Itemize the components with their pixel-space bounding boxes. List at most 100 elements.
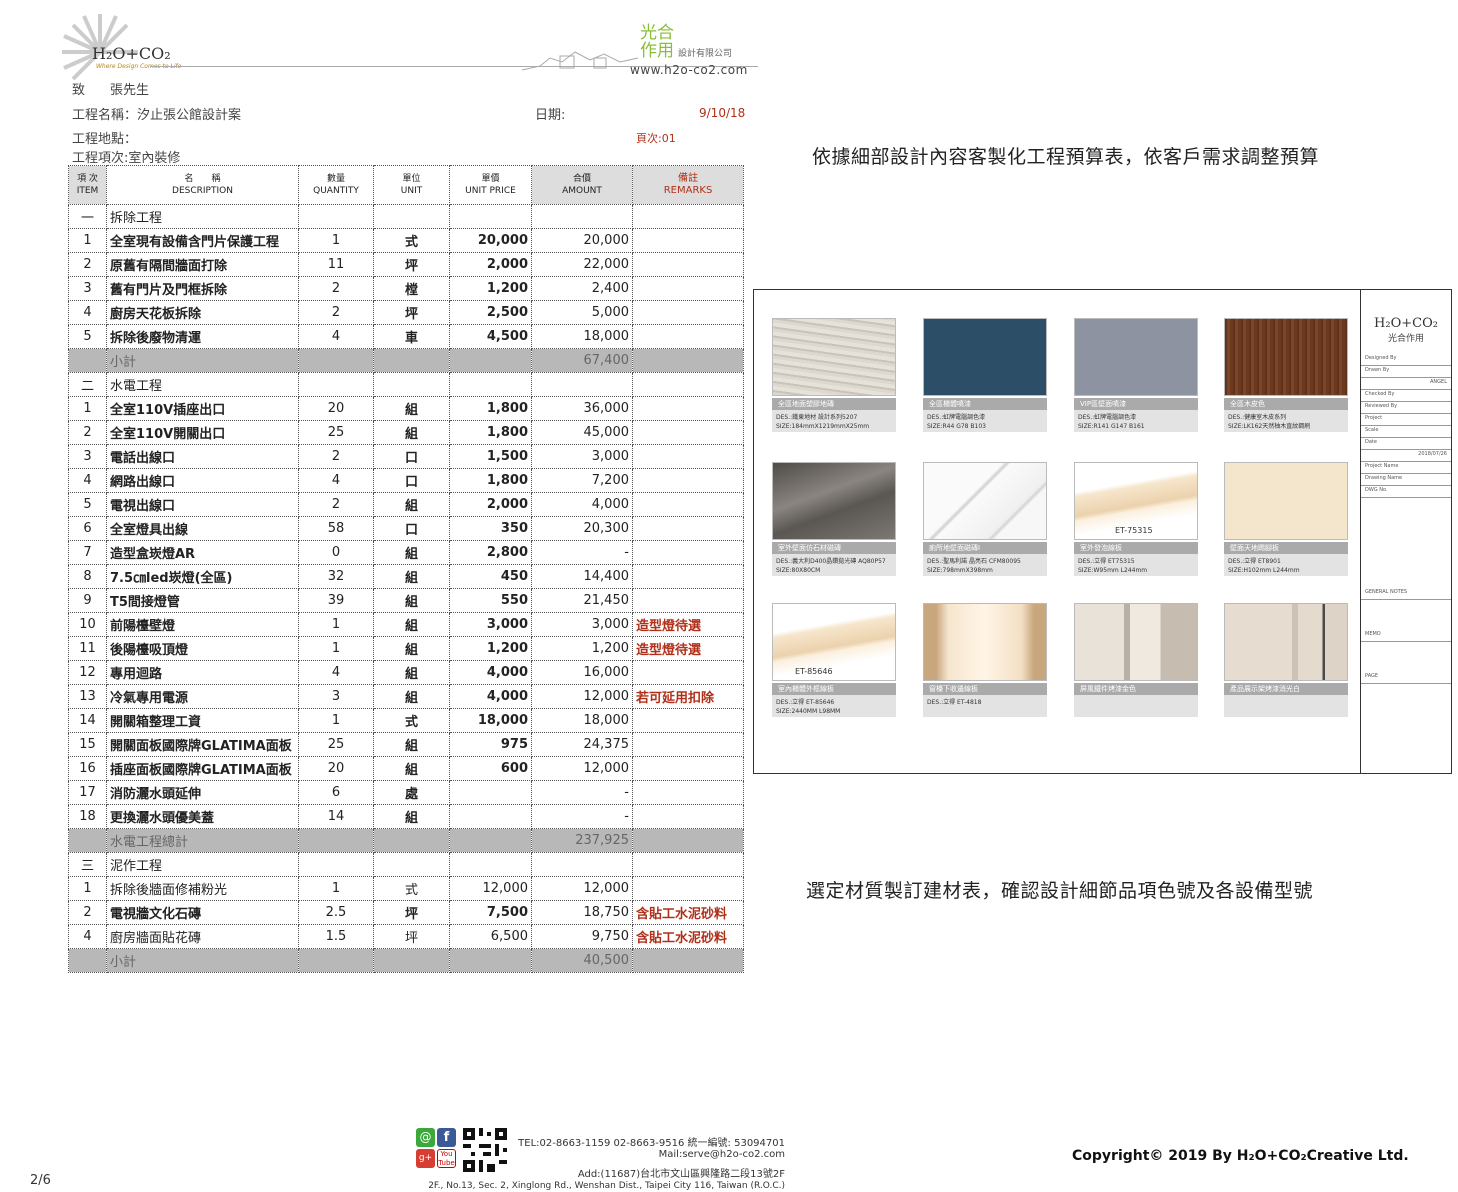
item-unit: 組 [373, 732, 450, 757]
title-block-sub: 光合作用 [1387, 334, 1424, 344]
googleplus-icon[interactable]: g+ [416, 1149, 435, 1168]
table-row: 3 舊有門片及門框拆除 2 樘 1,200 2,400 [68, 276, 744, 301]
item-number: 5 [68, 324, 107, 349]
item-description: 前陽檯壁燈 [106, 612, 299, 637]
item-remarks [632, 324, 744, 349]
material-swatch [1224, 462, 1348, 540]
item-unit: 組 [373, 804, 450, 829]
title-block-row: GENERAL NOTES [1361, 588, 1451, 600]
item-remarks [632, 516, 744, 541]
footer-mail: Mail:serve@h2o-co2.com [658, 1149, 785, 1160]
table-row: 16 插座面板國際牌GLATIMA面板 20 組 600 12,000 [68, 756, 744, 781]
item-quantity: 20 [298, 396, 374, 421]
material-swatch [1074, 318, 1198, 396]
item-description: 拆除工程 [106, 204, 299, 229]
material-swatch [772, 318, 896, 396]
table-row: 13 冷氣專用電源 3 組 4,000 12,000 若可延用扣除 [68, 684, 744, 709]
item-unit: 組 [373, 684, 450, 709]
item-unit-price: 1,800 [449, 468, 532, 493]
item-description: 冷氣專用電源 [106, 684, 299, 709]
item-amount: 5,000 [531, 300, 633, 325]
title-block-date: 2018/07/26 [1361, 450, 1451, 462]
item-remarks [632, 564, 744, 589]
social-icons: @ f g+ You Tube [416, 1128, 458, 1170]
item-amount: 21,450 [531, 588, 633, 613]
item-remarks [632, 876, 744, 901]
footer-address: Add:(11687)台北市文山區興隆路二段13號2F [577, 1169, 785, 1180]
item-number: 4 [68, 300, 107, 325]
title-block-row: Scale [1361, 426, 1451, 438]
facebook-icon[interactable]: f [437, 1128, 456, 1147]
table-row: 4 網路出線口 4 口 1,800 7,200 [68, 468, 744, 493]
item-quantity: 6 [298, 780, 374, 805]
material-swatch [923, 462, 1047, 540]
material-name: 室內櫃體外框線板 [772, 683, 896, 695]
material-spec-des: DES.:虹牌電腦調色漆 [927, 414, 986, 421]
youtube-icon[interactable]: You Tube [437, 1149, 456, 1168]
title-block-row: MEMO [1361, 630, 1451, 642]
table-row: 5 拆除後廢物清運 4 車 4,500 18,000 [68, 324, 744, 349]
item-unit-price: 1,500 [449, 444, 532, 469]
item-description: 小計 [106, 948, 299, 973]
item-amount: 18,000 [531, 708, 633, 733]
item-unit-price: 550 [449, 588, 532, 613]
item-amount: 20,300 [531, 516, 633, 541]
table-row: 17 消防灑水頭延伸 6 處 - [68, 780, 744, 805]
item-unit: 組 [373, 636, 450, 661]
table-row: 8 7.5㎝led崁燈(全區) 32 組 450 14,400 [68, 564, 744, 589]
item-number: 一 [68, 204, 107, 229]
item-unit-price [449, 852, 532, 877]
brand-name-line2: 作用 [640, 41, 674, 61]
material-name: 全區地面塑膠地磚 [772, 398, 896, 410]
item-description: 7.5㎝led崁燈(全區) [106, 564, 299, 589]
item-description: 電視牆文化石磚 [106, 900, 299, 925]
item-unit-price: 1,800 [449, 420, 532, 445]
material-tile: 室外壁面仿石材磁磚 DES.:義大利D400晶鑽拋光磚 AQ80P57 SIZE:8… [772, 462, 896, 576]
item-remarks [632, 276, 744, 301]
material-spec [1074, 695, 1198, 717]
item-description: 水電工程 [106, 372, 299, 397]
material-tile: 壁面天地踢腳板 DES.:立得 ET8901 SIZE:H102mm L244mm [1224, 462, 1348, 576]
table-header-row: 項 次 ITEM 名 稱 DESCRIPTION 數量 QUANTITY 單位 UNIT… [68, 165, 744, 205]
item-number: 1 [68, 396, 107, 421]
item-amount: - [531, 804, 633, 829]
material-name: VIP區壁面噴漆 [1074, 398, 1198, 410]
item-unit: 組 [373, 492, 450, 517]
subtotal-row: 小計 67,400 [68, 348, 744, 373]
item-quantity: 2 [298, 444, 374, 469]
item-description: 造型盒崁燈AR [106, 540, 299, 565]
item-remarks [632, 852, 744, 877]
item-number: 4 [68, 468, 107, 493]
item-quantity: 1 [298, 612, 374, 637]
header-unit: 單位 UNIT [373, 165, 450, 205]
landscape-sketch-icon [521, 51, 639, 71]
material-spec: DES.:立得 ET8901 SIZE:H102mm L244mm [1224, 554, 1348, 576]
email-icon[interactable]: @ [416, 1128, 435, 1147]
material-tile: 廁所地壁面磁磚I DES.:聖馬利諾 晶亮石 CFM80095 SIZE:798mm… [923, 462, 1047, 576]
item-number: 1 [68, 876, 107, 901]
item-remarks [632, 228, 744, 253]
item-remarks [632, 492, 744, 517]
material-spec-size: SIZE:798mmX398mm [927, 567, 993, 574]
item-quantity: 2 [298, 300, 374, 325]
item-unit: 組 [373, 612, 450, 637]
item-remarks [632, 804, 744, 829]
header-item: 項 次 ITEM [68, 165, 107, 205]
item-unit-price: 2,000 [449, 492, 532, 517]
item-amount: 14,400 [531, 564, 633, 589]
item-remarks [632, 828, 744, 853]
item-description: 電話出線口 [106, 444, 299, 469]
copyright: Copyright© 2019 By H₂O+CO₂Creative Ltd. [1072, 1148, 1409, 1164]
material-name: 窗檯下收邊線板 [923, 683, 1047, 695]
item-unit-price: 2,000 [449, 252, 532, 277]
item-unit-price: 12,000 [449, 876, 532, 901]
item-number: 18 [68, 804, 107, 829]
item-amount: - [531, 540, 633, 565]
material-swatch [1074, 603, 1198, 681]
section-row: 三泥作工程 [68, 852, 744, 877]
item-quantity: 2 [298, 276, 374, 301]
item-unit: 口 [373, 444, 450, 469]
item-description: 廚房天花板拆除 [106, 300, 299, 325]
material-name: 全區木皮色 [1224, 398, 1348, 410]
title-block-row: PAGE [1361, 672, 1451, 684]
